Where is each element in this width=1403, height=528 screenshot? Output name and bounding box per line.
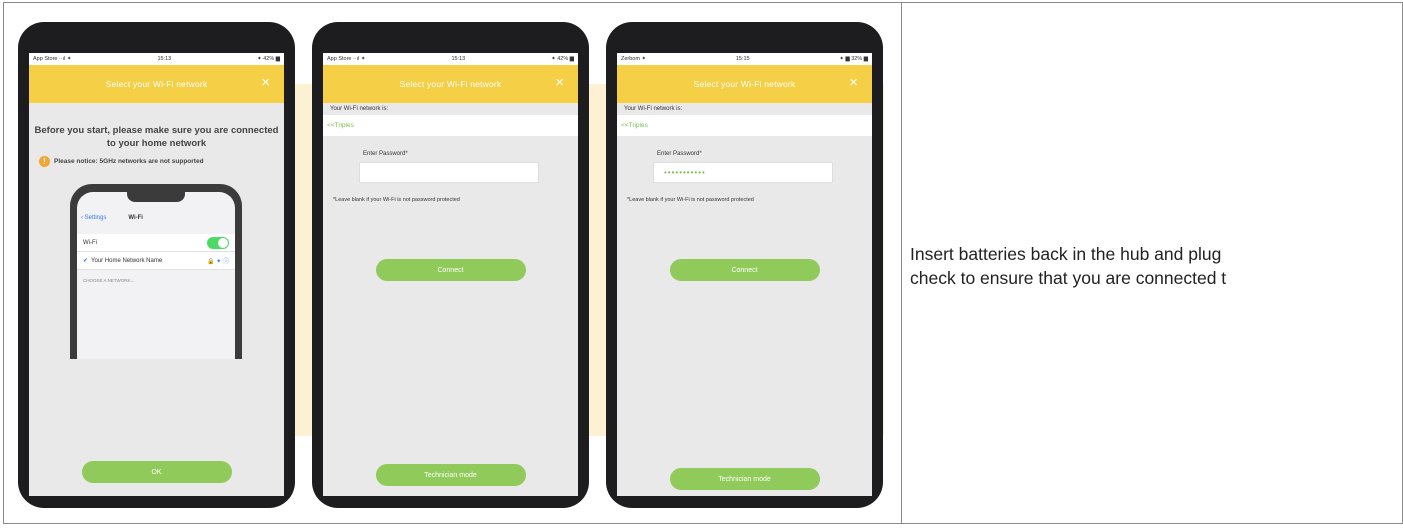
- wifi-toggle: [207, 236, 229, 249]
- password-hint: *Leave blank if your Wi-Fi is not passwo…: [333, 197, 460, 203]
- app-header: Select your Wi-Fi network ×: [617, 65, 872, 103]
- wifi-toggle-row: Wi-Fi: [77, 234, 235, 252]
- close-icon[interactable]: ×: [849, 75, 858, 90]
- network-status-icons: 🔒 ✦ ⓘ: [207, 259, 229, 265]
- close-icon[interactable]: ×: [261, 75, 270, 90]
- status-bar: App Store ··ıl ✦ 15:13 ✦ 42% ▆: [323, 53, 578, 65]
- phone-screen-1: App Store ··ıl ✦ 15:13 ✦ 42% ▆ Select yo…: [18, 22, 295, 508]
- notice-row: ! Please notice: 5GHz networks are not s…: [39, 156, 284, 167]
- checkmark-icon: ✔: [83, 258, 89, 264]
- header-title: Select your Wi-Fi network: [105, 79, 208, 89]
- illustration-phone: ‹ Settings Wi-Fi Wi-Fi ✔ Your Home Networ…: [70, 184, 242, 359]
- connect-button[interactable]: Connect: [669, 259, 820, 281]
- close-icon[interactable]: ×: [555, 75, 564, 90]
- settings-nav: ‹ Settings Wi-Fi: [77, 210, 235, 226]
- table-cell-divider: [901, 3, 902, 523]
- password-hint: *Leave blank if your Wi-Fi is not passwo…: [627, 197, 754, 203]
- network-label: Your Wi-Fi network is:: [617, 103, 872, 115]
- wifi-label: Wi-Fi: [83, 239, 97, 246]
- status-left: App Store ··ıl ✦: [327, 56, 366, 62]
- header-title: Select your Wi-Fi network: [693, 79, 796, 89]
- choose-network-label: CHOOSE A NETWORK...: [83, 278, 135, 283]
- connect-button[interactable]: Connect: [375, 259, 526, 281]
- instruction-caption: Insert batteries back in the hub and plu…: [910, 243, 1400, 290]
- network-name: <<Triples: [617, 115, 872, 136]
- status-right: ✦ 42% ▆: [551, 56, 574, 62]
- technician-mode-button[interactable]: Technician mode: [669, 468, 820, 490]
- settings-back-link: ‹ Settings: [81, 215, 107, 221]
- network-label: Your Wi-Fi network is:: [323, 103, 578, 115]
- caption-line-2: check to ensure that you are connected t: [910, 267, 1227, 288]
- status-bar: Zerbom ✦ 15:15 ✦ ▆ 32% ▆: [617, 53, 872, 65]
- caption-line-1: Insert batteries back in the hub and plu…: [910, 244, 1222, 264]
- password-input[interactable]: [359, 162, 539, 183]
- password-label: Enter Password*: [657, 151, 702, 157]
- notice-text: Please notice: 5GHz networks are not sup…: [54, 158, 204, 165]
- technician-mode-button[interactable]: Technician mode: [375, 464, 526, 486]
- ok-button[interactable]: OK: [81, 461, 232, 483]
- status-left: App Store ··ıl ✦: [33, 56, 72, 62]
- phone-notch: [127, 192, 185, 202]
- header-title: Select your Wi-Fi network: [399, 79, 502, 89]
- app-screen: App Store ··ıl ✦ 15:13 ✦ 42% ▆ Select yo…: [29, 53, 284, 496]
- app-header: Select your Wi-Fi network ×: [323, 65, 578, 103]
- home-network-name: Your Home Network Name: [91, 258, 163, 264]
- status-right: ✦ 42% ▆: [257, 56, 280, 62]
- password-label: Enter Password*: [363, 151, 408, 157]
- status-bar: App Store ··ıl ✦ 15:13 ✦ 42% ▆: [29, 53, 284, 65]
- network-name: <<Triples: [323, 115, 578, 136]
- status-right: ✦ ▆ 32% ▆: [839, 56, 868, 62]
- app-screen: App Store ··ıl ✦ 15:13 ✦ 42% ▆ Select yo…: [323, 53, 578, 496]
- app-screen: Zerbom ✦ 15:15 ✦ ▆ 32% ▆ Select your Wi-…: [617, 53, 872, 496]
- settings-screen: ‹ Settings Wi-Fi Wi-Fi ✔ Your Home Networ…: [77, 192, 235, 359]
- home-network-row: ✔ Your Home Network Name 🔒 ✦ ⓘ: [77, 252, 235, 270]
- status-left: Zerbom ✦: [621, 56, 647, 62]
- password-input[interactable]: •••••••••••: [653, 162, 833, 183]
- status-time: 15:15: [735, 56, 750, 62]
- phone-screen-3: Zerbom ✦ 15:15 ✦ ▆ 32% ▆ Select your Wi-…: [606, 22, 883, 508]
- status-time: 15:13: [451, 56, 466, 62]
- status-time: 15:13: [157, 56, 172, 62]
- app-header: Select your Wi-Fi network ×: [29, 65, 284, 103]
- instruction-heading: Before you start, please make sure you a…: [34, 125, 279, 149]
- warning-icon: !: [39, 156, 50, 167]
- settings-title: Wi-Fi: [128, 215, 143, 221]
- phone-screen-2: App Store ··ıl ✦ 15:13 ✦ 42% ▆ Select yo…: [312, 22, 589, 508]
